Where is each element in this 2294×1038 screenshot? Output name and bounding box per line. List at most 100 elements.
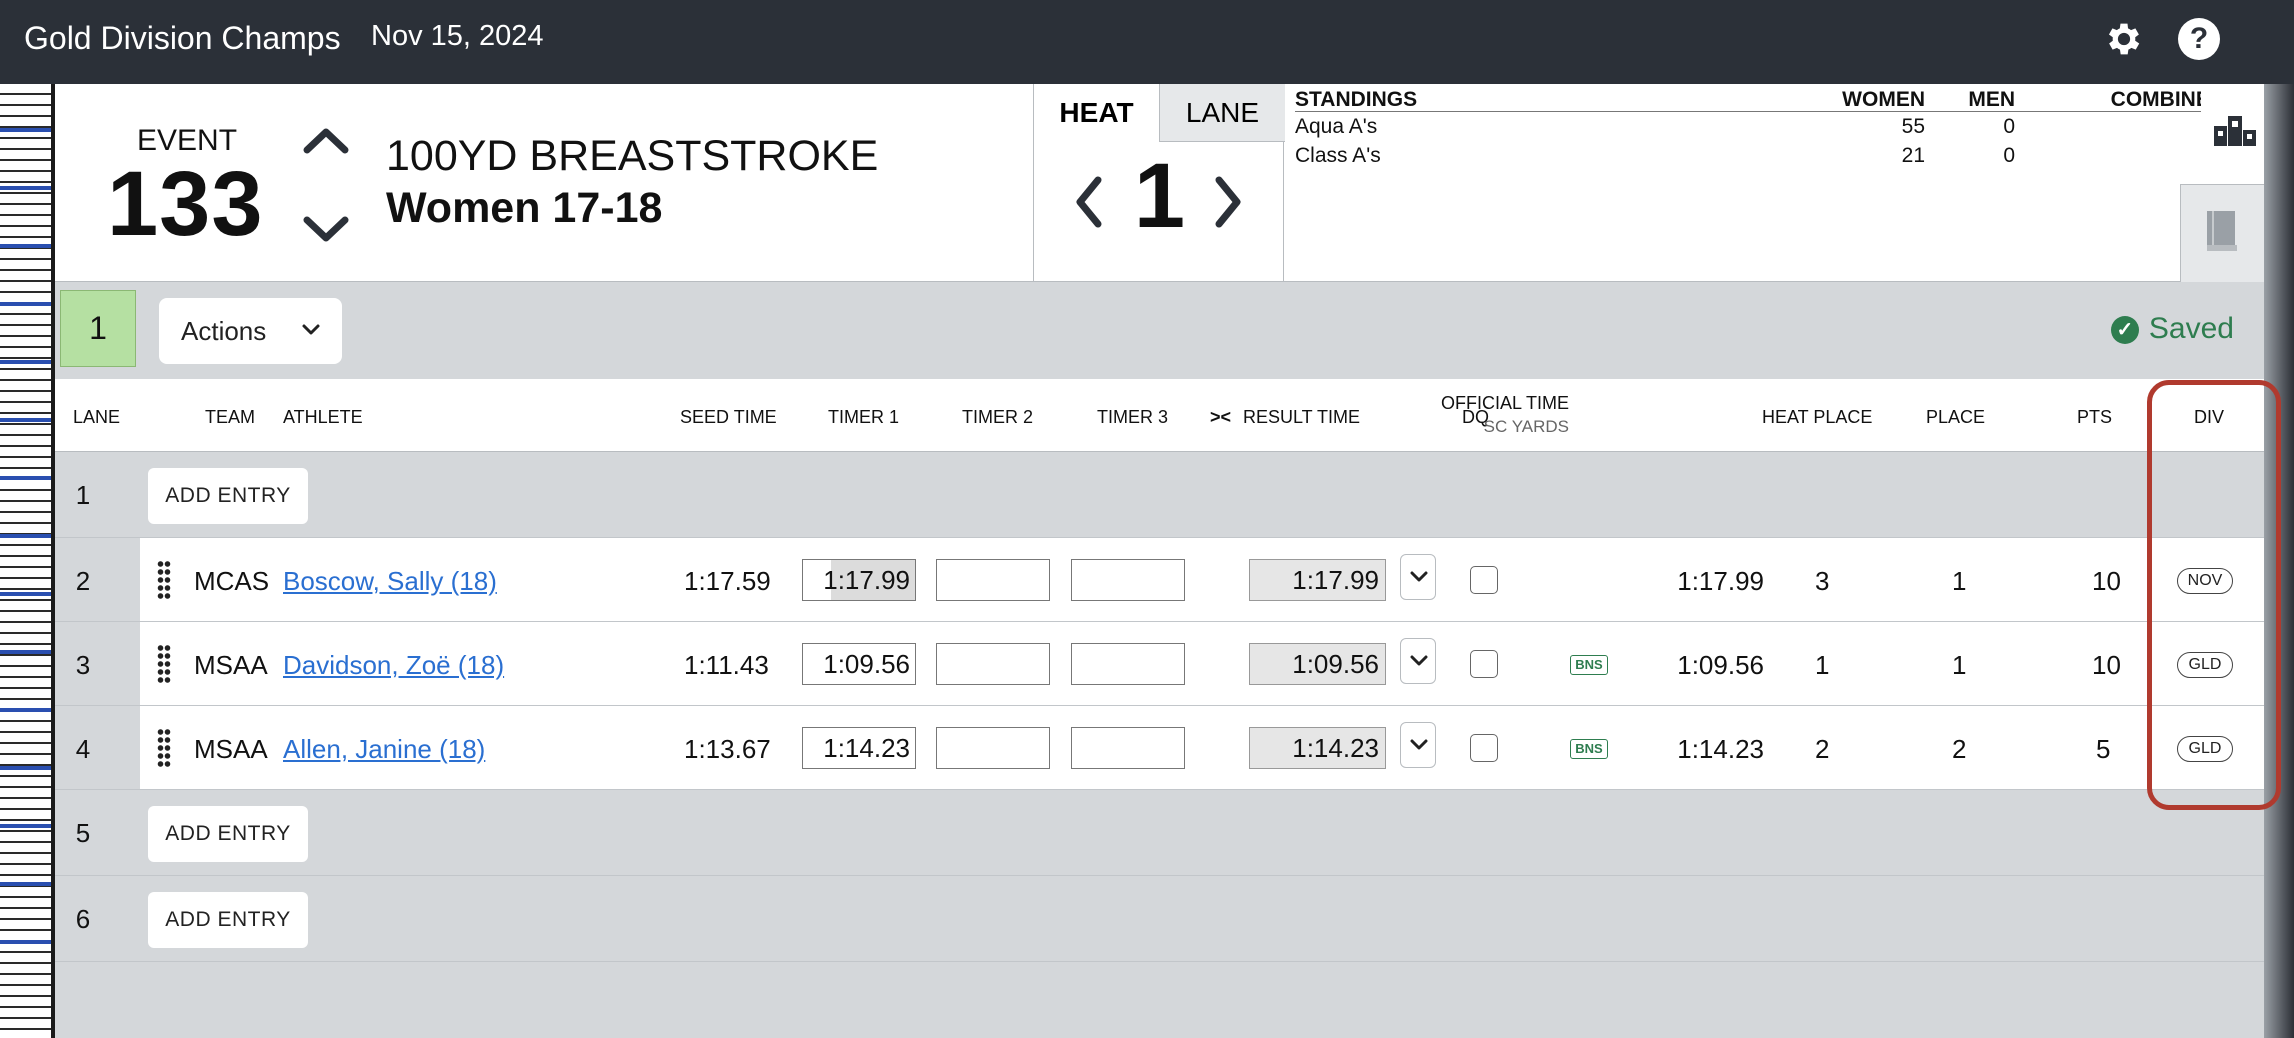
official-time: 1:09.56 — [1677, 650, 1764, 680]
lane-number: 2 — [75, 566, 91, 596]
timer-2-input[interactable] — [936, 559, 1050, 601]
result-time-input[interactable]: 1:17.99 — [1249, 559, 1386, 601]
result-dropdown-button[interactable] — [1400, 638, 1436, 684]
official-time: 1:17.99 — [1677, 566, 1764, 596]
timer-2-input[interactable] — [936, 643, 1050, 685]
col-timer-2: TIMER 2 — [962, 407, 1034, 427]
settings-gear-icon[interactable] — [2103, 18, 2145, 60]
col-timer-3: TIMER 3 — [1097, 407, 1169, 427]
add-entry-button[interactable]: ADD ENTRY — [148, 468, 308, 524]
add-entry-button[interactable]: ADD ENTRY — [148, 806, 308, 862]
lane-number: 6 — [75, 904, 91, 934]
lane-number: 4 — [75, 734, 91, 764]
standings-table: STANDINGS WOMEN MEN COMBINED Aqua A's 55… — [1295, 86, 2225, 170]
points: 10 — [2092, 650, 2121, 680]
standings-title: STANDINGS — [1295, 88, 1418, 111]
top-bar: Gold Division Champs Nov 15, 2024 ? — [0, 0, 2294, 84]
heat-place: 1 — [1815, 650, 1830, 680]
standings-men: 0 — [2003, 115, 2015, 138]
check-circle-icon: ✓ — [2110, 316, 2139, 344]
dq-checkbox[interactable] — [1470, 566, 1498, 594]
podium-button[interactable] — [2201, 84, 2264, 181]
heat-selector: HEAT LANE 1 — [1033, 84, 1285, 282]
timer-1-input[interactable]: 1:17.99 — [802, 559, 916, 601]
table-row: 3 MSAA Davidson, Zoë (18) 1:11.43 1:09.5… — [55, 622, 2264, 706]
athlete-link[interactable]: Davidson, Zoë (18) — [283, 650, 504, 681]
standings-col-men: MEN — [1968, 88, 2015, 111]
place: 2 — [1952, 734, 1967, 764]
standings-women: 21 — [1901, 144, 1925, 167]
drag-handle-icon[interactable] — [157, 560, 171, 600]
podium-icon — [2214, 116, 2256, 146]
standings-header: STANDINGS WOMEN MEN COMBINED — [1295, 86, 2225, 112]
saved-label: Saved — [2148, 312, 2234, 345]
event-name: 100YD BREASTSTROKE — [386, 132, 879, 180]
standings-col-women: WOMEN — [1842, 88, 1925, 111]
seed-time: 1:11.43 — [684, 650, 769, 680]
timer-3-input[interactable] — [1071, 559, 1185, 601]
team-code: MSAA — [194, 650, 268, 680]
tab-heat[interactable]: HEAT — [1034, 84, 1159, 142]
result-dropdown-button[interactable] — [1400, 554, 1436, 600]
col-place: PLACE — [1926, 407, 1986, 427]
standings-row: Aqua A's 55 0 55 — [1295, 112, 2225, 141]
athlete-link[interactable]: Allen, Janine (18) — [283, 734, 485, 765]
timer-3-input[interactable] — [1071, 727, 1185, 769]
tab-lane[interactable]: LANE — [1159, 84, 1285, 142]
table-row: 6 ADD ENTRY — [55, 876, 2264, 962]
dq-checkbox[interactable] — [1470, 650, 1498, 678]
col-seed-time: SEED TIME — [680, 407, 777, 427]
official-time: 1:14.23 — [1677, 734, 1764, 764]
timer-1-input[interactable]: 1:14.23 — [802, 727, 916, 769]
results-table-header: LANE TEAM ATHLETE SEED TIME TIMER 1 TIME… — [55, 379, 2264, 452]
actions-dropdown-button[interactable]: Actions — [159, 298, 342, 364]
drag-handle-icon[interactable] — [157, 644, 171, 684]
col-heat-place: HEAT PLACE — [1762, 407, 1873, 427]
col-official-time-units: SC YARDS — [1483, 417, 1569, 436]
heat-place: 2 — [1815, 734, 1830, 764]
app-date: Nov 15, 2024 — [371, 20, 544, 52]
collapse-arrows-icon[interactable]: >< — [1210, 407, 1231, 428]
timer-3-input[interactable] — [1071, 643, 1185, 685]
lane-number: 3 — [75, 650, 91, 680]
event-number: 133 — [107, 153, 264, 255]
timer-2-input[interactable] — [936, 727, 1050, 769]
help-icon[interactable]: ? — [2178, 18, 2220, 60]
result-time-input[interactable]: 1:09.56 — [1249, 643, 1386, 685]
dq-checkbox[interactable] — [1470, 734, 1498, 762]
result-time-input[interactable]: 1:14.23 — [1249, 727, 1386, 769]
book-icon — [2207, 211, 2237, 251]
heat-place: 3 — [1815, 566, 1830, 596]
col-team: TEAM — [205, 407, 256, 427]
standings-team: Aqua A's — [1295, 115, 1378, 138]
lane-number: 5 — [75, 818, 91, 848]
heat-next-chevron-icon[interactable] — [1207, 172, 1247, 232]
athlete-link[interactable]: Boscow, Sally (18) — [283, 566, 497, 597]
chevron-down-icon — [302, 324, 320, 335]
timer-1-input[interactable]: 1:09.56 — [802, 643, 916, 685]
place: 1 — [1952, 650, 1967, 680]
standings-row: Class A's 21 0 21 — [1295, 141, 2225, 170]
seed-time: 1:13.67 — [684, 734, 771, 764]
report-book-button[interactable] — [2180, 184, 2264, 282]
chevron-down-icon — [1410, 571, 1428, 582]
standings-men: 0 — [2003, 144, 2015, 167]
col-lane: LANE — [73, 407, 121, 427]
table-row: 5 ADD ENTRY — [55, 790, 2264, 876]
col-timer-1: TIMER 1 — [828, 407, 900, 427]
event-down-arrow-icon[interactable] — [301, 210, 351, 250]
col-result-time: RESULT TIME — [1243, 407, 1361, 427]
heat-prev-chevron-icon[interactable] — [1070, 172, 1110, 232]
add-entry-button[interactable]: ADD ENTRY — [148, 892, 308, 948]
drag-handle-icon[interactable] — [157, 728, 171, 768]
table-row: 4 MSAA Allen, Janine (18) 1:13.67 1:14.2… — [55, 706, 2264, 790]
actions-label: Actions — [181, 316, 267, 346]
result-dropdown-button[interactable] — [1400, 722, 1436, 768]
heat-badge[interactable]: 1 — [60, 290, 136, 367]
seed-time: 1:17.59 — [684, 566, 771, 596]
event-up-arrow-icon[interactable] — [301, 120, 351, 160]
div-column-highlight — [2147, 380, 2281, 810]
chevron-down-icon — [1410, 739, 1428, 750]
lane-number: 1 — [75, 480, 91, 510]
table-row: 2 MCAS Boscow, Sally (18) 1:17.59 1:17.9… — [55, 538, 2264, 622]
